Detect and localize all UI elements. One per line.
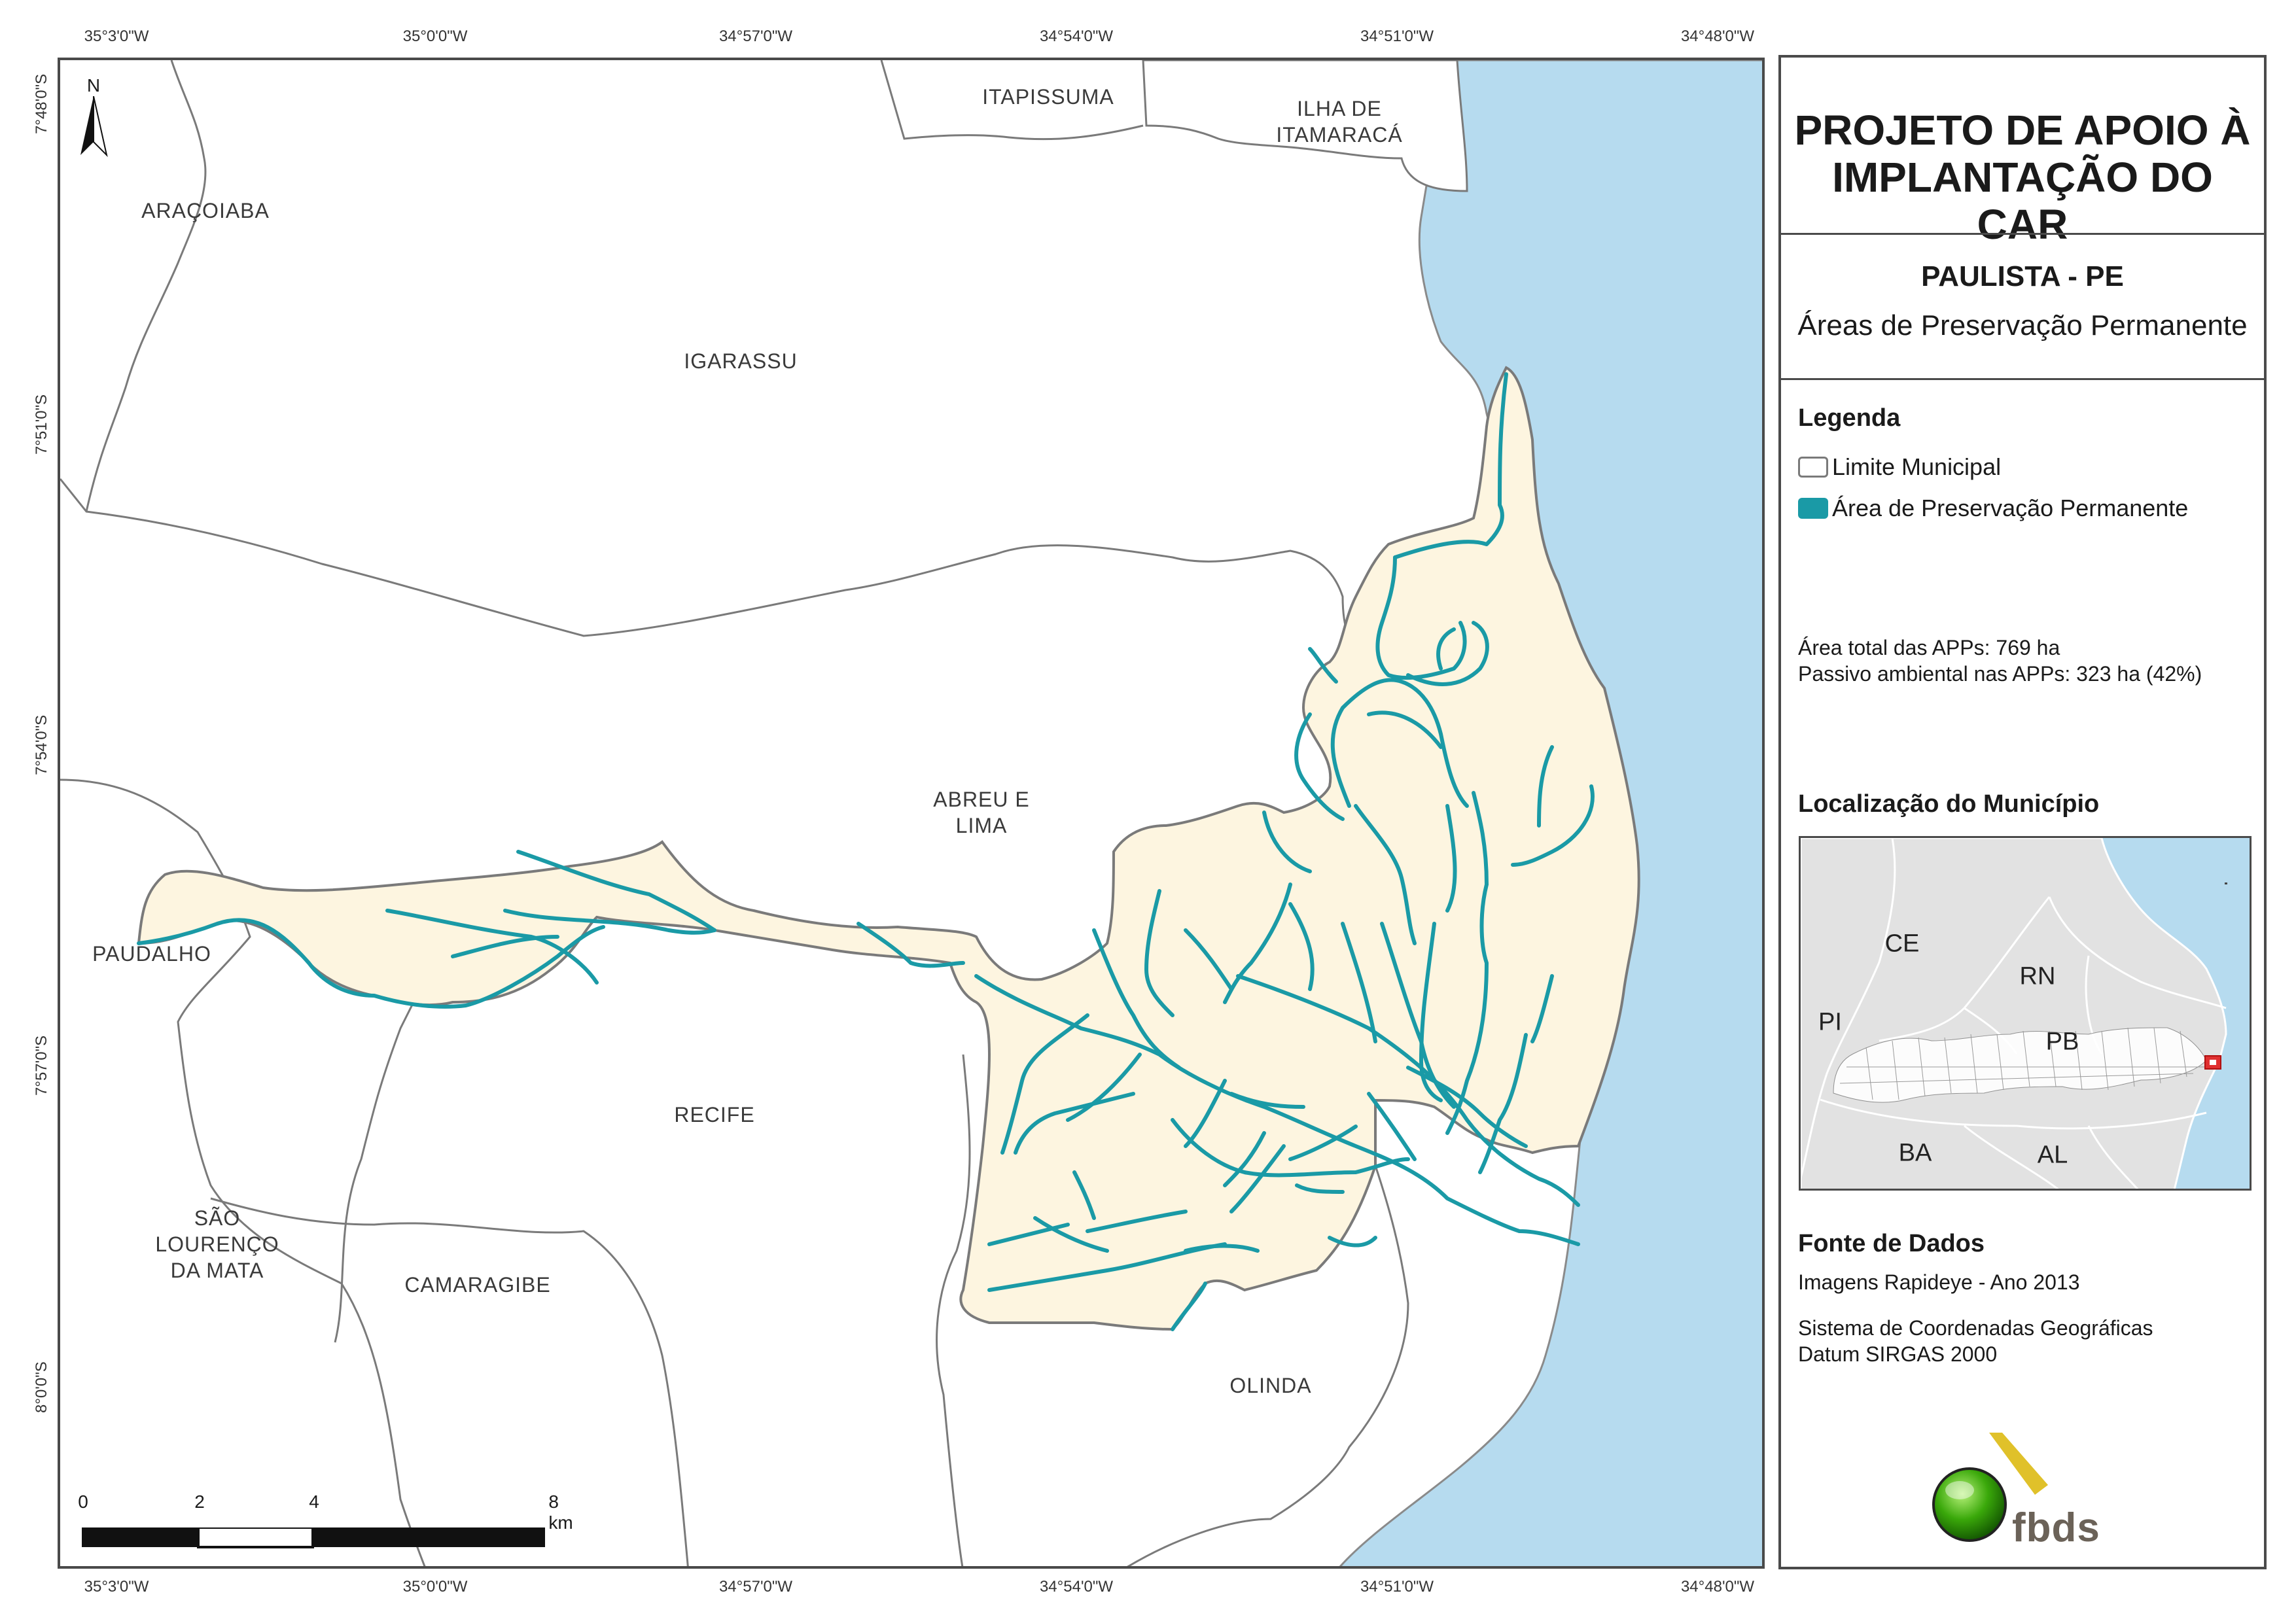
scale-label-4: 4: [309, 1492, 319, 1512]
grid-label-bottom-5: 34°51'0"W: [1360, 1578, 1434, 1596]
source-heading: Fonte de Dados: [1798, 1230, 1985, 1257]
label-itapissuma: ITAPISSUMA: [982, 85, 1114, 109]
grid-label-left-4: 7°57'0"S: [33, 1035, 50, 1096]
inset-label-pi: PI: [1818, 1008, 1842, 1036]
legend-swatch-app: [1798, 498, 1828, 519]
stat-passivo-app: Passivo ambiental nas APPs: 323 ha (42%): [1798, 662, 2202, 686]
grid-label-left-2: 7°51'0"S: [33, 394, 50, 455]
location-marker-inner: [2210, 1060, 2216, 1065]
grid-label-top-1: 35°3'0"W: [84, 27, 149, 45]
grid-label-bottom-2: 35°0'0"W: [402, 1578, 468, 1596]
grid-label-bottom-6: 34°48'0"W: [1680, 1578, 1755, 1596]
location-heading: Localização do Município: [1798, 790, 2100, 818]
north-arrow-icon: [80, 96, 108, 158]
map-theme: Áreas de Preservação Permanente: [1797, 309, 2248, 341]
fbds-logo-text: fbds: [2012, 1505, 2100, 1550]
grid-label-left-3: 7°54'0"S: [33, 714, 50, 775]
legend-label: Limite Municipal: [1832, 453, 2002, 480]
legend-heading: Legenda: [1798, 404, 1901, 432]
grid-label-top-6: 34°48'0"W: [1680, 27, 1755, 45]
inset-label-ce: CE: [1884, 930, 1920, 958]
label-aracoiaba: ARAÇOIABA: [141, 199, 270, 222]
legend-label: Área de Preservação Permanente: [1832, 495, 2189, 521]
label-camaragibe: CAMARAGIBE: [404, 1273, 551, 1297]
scale-label-0: 0: [78, 1492, 88, 1512]
label-olinda: OLINDA: [1229, 1374, 1312, 1397]
inset-label-ba: BA: [1898, 1139, 1932, 1167]
label-abreu-e-lima: ABREU E LIMA: [933, 788, 1030, 837]
legend-swatch-limite: [1798, 457, 1828, 478]
legend-item-limite-municipal: Limite Municipal: [1798, 453, 2001, 481]
grid-label-top-5: 34°51'0"W: [1360, 27, 1434, 45]
label-sao-lourenco-da-mata: SÃO LOURENÇO DA MATA: [155, 1206, 279, 1282]
paulista-municipality: [137, 366, 1640, 1331]
grid-label-top-3: 34°57'0"W: [718, 27, 793, 45]
label-igarassu: IGARASSU: [684, 349, 798, 373]
source-line-1: Imagens Rapideye - Ano 2013: [1798, 1270, 2080, 1294]
inset-map[interactable]: CE RN PI PB BA AL: [1799, 836, 2252, 1191]
inset-label-pb: PB: [2045, 1028, 2079, 1056]
inset-label-rn: RN: [2019, 962, 2056, 990]
grid-label-top-2: 35°0'0"W: [402, 27, 468, 45]
map-canvas: [60, 60, 1762, 1566]
map-frame[interactable]: ITAPISSUMA ILHA DE ITAMARACÁ ARAÇOIABA I…: [58, 58, 1765, 1569]
stat-total-app: Área total das APPs: 769 ha: [1798, 636, 2060, 659]
label-paudalho: PAUDALHO: [92, 942, 211, 966]
scale-bar-graphic: [82, 1527, 545, 1548]
divider: [1781, 233, 2264, 235]
grid-label-bottom-1: 35°3'0"W: [84, 1578, 149, 1596]
divider: [1781, 378, 2264, 380]
fbds-logo: fbds: [1927, 1433, 2100, 1550]
municipal-boundaries: [60, 60, 1409, 1566]
label-ilha-de-itamaraca: ILHA DE ITAMARACÁ: [1276, 97, 1403, 147]
north-label: N: [86, 75, 101, 96]
inset-label-al: AL: [2037, 1141, 2068, 1169]
municipality-title: PAULISTA - PE: [1921, 260, 2124, 292]
grid-label-left-1: 7°48'0"S: [33, 73, 50, 134]
label-recife: RECIFE: [674, 1103, 755, 1126]
scale-label-2: 2: [194, 1492, 205, 1512]
north-arrow: N: [77, 75, 110, 165]
info-panel: PROJETO DE APOIO À IMPLANTAÇÃO DO CAR PA…: [1778, 55, 2267, 1569]
grid-label-bottom-3: 34°57'0"W: [718, 1578, 793, 1596]
grid-label-bottom-4: 34°54'0"W: [1039, 1578, 1114, 1596]
grid-label-left-5: 8°0'0"S: [33, 1361, 50, 1413]
grid-label-top-4: 34°54'0"W: [1039, 27, 1114, 45]
inset-map-canvas: [1801, 838, 2227, 1189]
legend-item-app: Área de Preservação Permanente: [1798, 495, 2188, 522]
source-line-3: Datum SIRGAS 2000: [1798, 1342, 1998, 1366]
panel-title: PROJETO DE APOIO À IMPLANTAÇÃO DO CAR: [1794, 107, 2251, 248]
source-line-2: Sistema de Coordenadas Geográficas: [1798, 1316, 2153, 1340]
